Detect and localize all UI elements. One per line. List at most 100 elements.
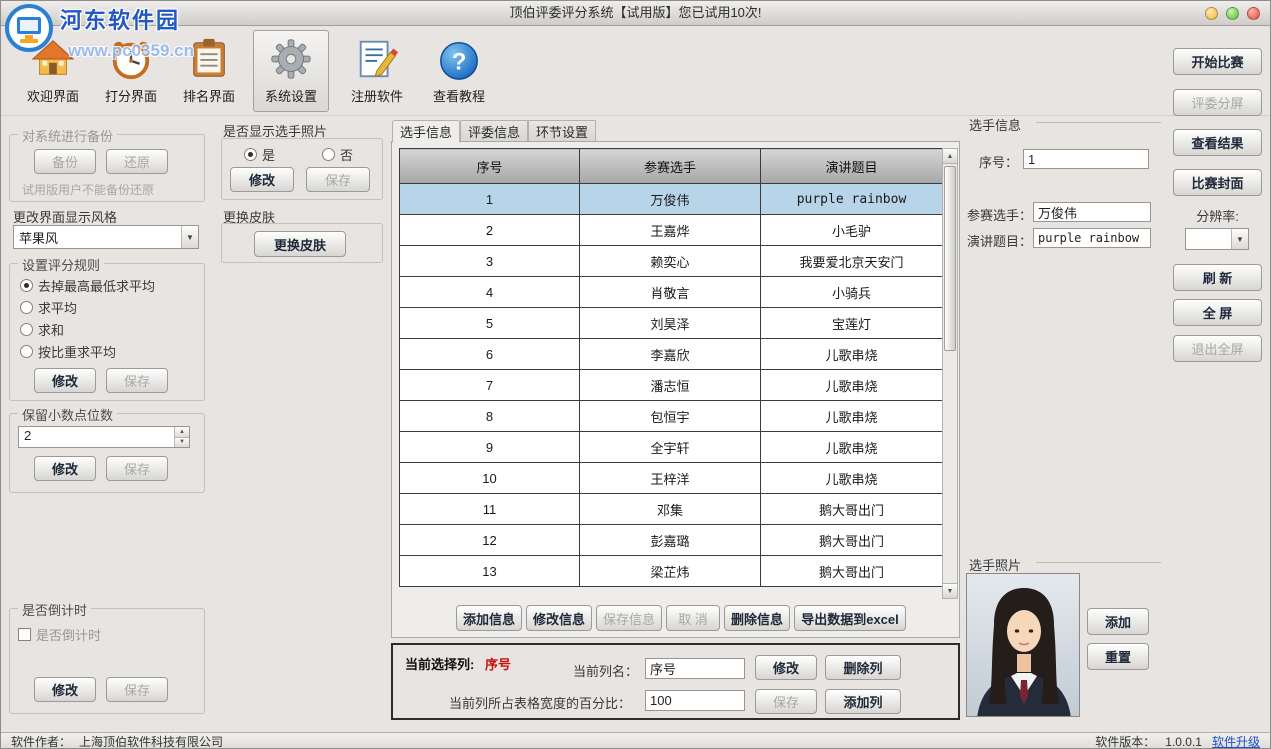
- resolution-select[interactable]: ▼: [1185, 228, 1249, 250]
- stepper-down-icon[interactable]: ▼: [175, 438, 189, 448]
- countdown-save-button[interactable]: 保存: [106, 677, 168, 702]
- rule-option-trim-average[interactable]: 去掉最高最低求平均: [20, 276, 155, 295]
- tab-contestant-info[interactable]: 选手信息: [392, 120, 460, 143]
- cell-contestant[interactable]: 梁芷炜: [580, 556, 761, 587]
- maximize-button[interactable]: [1226, 7, 1239, 20]
- toolbar-tutorial[interactable]: ? 查看教程: [421, 30, 497, 112]
- cell-no[interactable]: 7: [400, 370, 580, 401]
- column-modify-button[interactable]: 修改: [755, 655, 817, 680]
- tab-judge-info[interactable]: 评委信息: [460, 120, 528, 142]
- decimal-modify-button[interactable]: 修改: [34, 456, 96, 481]
- table-row[interactable]: 7 潘志恒 儿歌串烧: [400, 370, 943, 401]
- table-row[interactable]: 12 彭嘉璐 鹅大哥出门: [400, 525, 943, 556]
- cell-contestant[interactable]: 潘志恒: [580, 370, 761, 401]
- cell-no[interactable]: 4: [400, 277, 580, 308]
- cell-contestant[interactable]: 王嘉烨: [580, 215, 761, 246]
- toolbar-scoring[interactable]: 打分界面: [93, 30, 169, 112]
- view-results-button[interactable]: 查看结果: [1173, 129, 1262, 156]
- col-header-topic[interactable]: 演讲题目: [761, 149, 943, 184]
- competition-cover-button[interactable]: 比赛封面: [1173, 169, 1262, 196]
- table-row[interactable]: 10 王梓洋 儿歌串烧: [400, 463, 943, 494]
- minimize-button[interactable]: [1205, 7, 1218, 20]
- col-header-no[interactable]: 序号: [400, 149, 580, 184]
- scroll-up-icon[interactable]: ▲: [943, 149, 957, 164]
- cell-contestant[interactable]: 万俊伟: [580, 184, 761, 215]
- cell-no[interactable]: 6: [400, 339, 580, 370]
- upgrade-link[interactable]: 软件升级: [1212, 733, 1260, 749]
- table-row[interactable]: 5 刘昊泽 宝莲灯: [400, 308, 943, 339]
- show-photo-modify-button[interactable]: 修改: [230, 167, 294, 192]
- table-row[interactable]: 11 邓集 鹅大哥出门: [400, 494, 943, 525]
- start-competition-button[interactable]: 开始比赛: [1173, 48, 1262, 75]
- modify-info-button[interactable]: 修改信息: [526, 605, 592, 631]
- show-photo-yes[interactable]: 是: [244, 145, 275, 164]
- cell-contestant[interactable]: 邓集: [580, 494, 761, 525]
- cell-contestant[interactable]: 刘昊泽: [580, 308, 761, 339]
- detail-name-input[interactable]: [1033, 202, 1151, 222]
- close-button[interactable]: [1247, 7, 1260, 20]
- delete-info-button[interactable]: 删除信息: [724, 605, 790, 631]
- cell-no[interactable]: 1: [400, 184, 580, 215]
- stepper-arrows[interactable]: ▲▼: [174, 427, 189, 447]
- scrollbar-thumb[interactable]: [944, 166, 956, 351]
- cell-contestant[interactable]: 赖奕心: [580, 246, 761, 277]
- column-delete-button[interactable]: 删除列: [825, 655, 901, 680]
- cell-no[interactable]: 3: [400, 246, 580, 277]
- cell-topic[interactable]: 宝莲灯: [761, 308, 943, 339]
- cell-topic[interactable]: 儿歌串烧: [761, 370, 943, 401]
- toolbar-ranking[interactable]: 排名界面: [171, 30, 247, 112]
- photo-reset-button[interactable]: 重置: [1087, 643, 1149, 670]
- show-photo-save-button[interactable]: 保存: [306, 167, 370, 192]
- cell-contestant[interactable]: 包恒宇: [580, 401, 761, 432]
- cell-contestant[interactable]: 全宇轩: [580, 432, 761, 463]
- cell-topic[interactable]: 鹅大哥出门: [761, 494, 943, 525]
- countdown-modify-button[interactable]: 修改: [34, 677, 96, 702]
- table-row[interactable]: 13 梁芷炜 鹅大哥出门: [400, 556, 943, 587]
- fullscreen-button[interactable]: 全 屏: [1173, 299, 1262, 326]
- cell-topic[interactable]: 我要爱北京天安门: [761, 246, 943, 277]
- refresh-button[interactable]: 刷 新: [1173, 264, 1262, 291]
- rules-save-button[interactable]: 保存: [106, 368, 168, 393]
- cell-contestant[interactable]: 肖敬言: [580, 277, 761, 308]
- countdown-checkbox-row[interactable]: 是否倒计时: [18, 625, 101, 644]
- cell-no[interactable]: 2: [400, 215, 580, 246]
- decimal-places-stepper[interactable]: 2 ▲▼: [18, 426, 190, 448]
- cell-no[interactable]: 9: [400, 432, 580, 463]
- cell-topic[interactable]: 鹅大哥出门: [761, 556, 943, 587]
- column-name-input[interactable]: [645, 658, 745, 679]
- table-row[interactable]: 4 肖敬言 小骑兵: [400, 277, 943, 308]
- cell-topic[interactable]: 儿歌串烧: [761, 432, 943, 463]
- cell-no[interactable]: 10: [400, 463, 580, 494]
- cell-contestant[interactable]: 王梓洋: [580, 463, 761, 494]
- cell-no[interactable]: 12: [400, 525, 580, 556]
- scroll-down-icon[interactable]: ▼: [943, 583, 957, 598]
- column-width-input[interactable]: [645, 690, 745, 711]
- cell-topic[interactable]: 小骑兵: [761, 277, 943, 308]
- photo-add-button[interactable]: 添加: [1087, 608, 1149, 635]
- cell-topic[interactable]: 儿歌串烧: [761, 463, 943, 494]
- cell-topic[interactable]: 小毛驴: [761, 215, 943, 246]
- add-info-button[interactable]: 添加信息: [456, 605, 522, 631]
- detail-no-input[interactable]: [1023, 149, 1149, 169]
- table-row[interactable]: 1 万俊伟 purple rainbow: [400, 184, 943, 215]
- detail-topic-input[interactable]: [1033, 228, 1151, 248]
- cell-no[interactable]: 11: [400, 494, 580, 525]
- export-excel-button[interactable]: 导出数据到excel: [794, 605, 906, 631]
- cell-contestant[interactable]: 彭嘉璐: [580, 525, 761, 556]
- cell-no[interactable]: 8: [400, 401, 580, 432]
- cell-topic[interactable]: 儿歌串烧: [761, 339, 943, 370]
- column-save-button[interactable]: 保存: [755, 689, 817, 714]
- column-add-button[interactable]: 添加列: [825, 689, 901, 714]
- style-select[interactable]: 苹果风 ▼: [13, 225, 199, 249]
- rules-modify-button[interactable]: 修改: [34, 368, 96, 393]
- decimal-save-button[interactable]: 保存: [106, 456, 168, 481]
- cancel-button[interactable]: 取 消: [666, 605, 720, 631]
- table-scrollbar[interactable]: ▲ ▼: [942, 148, 958, 599]
- stepper-up-icon[interactable]: ▲: [175, 427, 189, 438]
- tab-session-settings[interactable]: 环节设置: [528, 120, 596, 142]
- cell-contestant[interactable]: 李嘉欣: [580, 339, 761, 370]
- exit-fullscreen-button[interactable]: 退出全屏: [1173, 335, 1262, 362]
- table-row[interactable]: 6 李嘉欣 儿歌串烧: [400, 339, 943, 370]
- toolbar-register[interactable]: 注册软件: [339, 30, 415, 112]
- table-row[interactable]: 2 王嘉烨 小毛驴: [400, 215, 943, 246]
